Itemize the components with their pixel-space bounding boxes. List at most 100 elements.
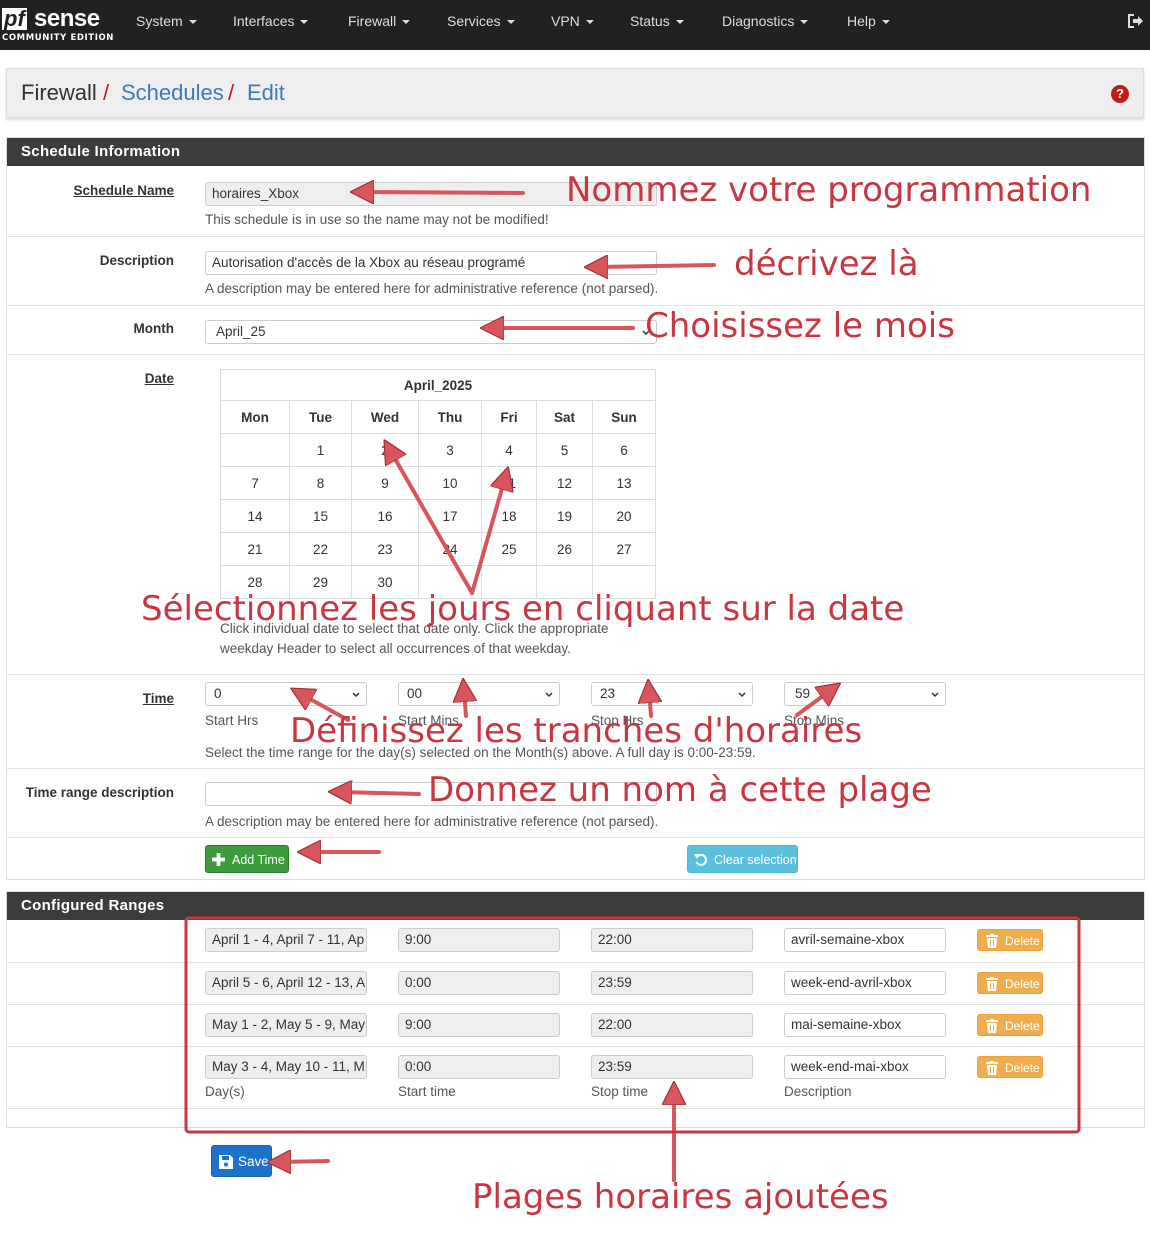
delete-range-button[interactable]: Delete bbox=[977, 1014, 1043, 1036]
calendar-day[interactable]: 11 bbox=[481, 466, 537, 500]
calendar-day[interactable]: 21 bbox=[220, 532, 290, 566]
calendar-week: 21 22 23 24 25 26 27 bbox=[220, 532, 656, 566]
calendar-day[interactable]: 4 bbox=[481, 433, 537, 467]
range-start-field[interactable]: 0:00 bbox=[398, 971, 560, 995]
calendar-day[interactable]: 13 bbox=[592, 466, 656, 500]
calendar-day[interactable]: 22 bbox=[289, 532, 352, 566]
start-hrs-select[interactable]: 0 bbox=[205, 682, 367, 706]
calendar-day[interactable]: 2 bbox=[351, 433, 419, 467]
calendar-day[interactable]: 5 bbox=[536, 433, 593, 467]
description-row: Description Autorisation d'accès de la X… bbox=[7, 236, 1144, 305]
calendar-day[interactable]: 23 bbox=[351, 532, 419, 566]
calendar-day[interactable]: 8 bbox=[289, 466, 352, 500]
nav-interfaces[interactable]: Interfaces bbox=[233, 0, 309, 50]
calendar-day[interactable]: 18 bbox=[481, 499, 537, 533]
calendar-day[interactable]: 19 bbox=[536, 499, 593, 533]
weekday-sun[interactable]: Sun bbox=[592, 400, 656, 434]
annotation-describe: décrivez là bbox=[734, 244, 919, 284]
calendar-day[interactable]: 17 bbox=[418, 499, 482, 533]
panel-title: Schedule Information bbox=[7, 138, 1144, 166]
start-mins-select[interactable]: 00 bbox=[398, 682, 560, 706]
range-description-field[interactable]: week-end-avril-xbox bbox=[784, 971, 946, 995]
calendar-day[interactable]: 9 bbox=[351, 466, 419, 500]
breadcrumb-schedules-link[interactable]: Schedules bbox=[121, 81, 224, 105]
nav-diagnostics[interactable]: Diagnostics bbox=[722, 0, 809, 50]
range-stop-field[interactable]: 22:00 bbox=[591, 928, 753, 952]
calendar-day[interactable]: 12 bbox=[536, 466, 593, 500]
calendar-day[interactable]: 25 bbox=[481, 532, 537, 566]
range-stop-field[interactable]: 23:59 bbox=[591, 971, 753, 995]
breadcrumb-edit-link[interactable]: Edit bbox=[247, 81, 285, 105]
nav-help[interactable]: Help bbox=[847, 0, 890, 50]
sign-out-icon[interactable] bbox=[1126, 12, 1144, 30]
delete-label: Delete bbox=[1005, 1019, 1040, 1033]
range-days-field[interactable]: April 1 - 4, April 7 - 11, Ap bbox=[205, 928, 367, 952]
calendar-day[interactable]: 16 bbox=[351, 499, 419, 533]
breadcrumb-firewall: Firewall bbox=[21, 80, 97, 105]
range-description-field[interactable]: avril-semaine-xbox bbox=[784, 928, 946, 952]
calendar-day[interactable]: 24 bbox=[418, 532, 482, 566]
range-row: May 1 - 2, May 5 - 9, May 9:00 22:00 mai-se… bbox=[7, 1004, 1144, 1046]
range-days-field[interactable]: May 1 - 2, May 5 - 9, May bbox=[205, 1013, 367, 1037]
calendar-day[interactable]: 10 bbox=[418, 466, 482, 500]
save-label: Save bbox=[238, 1154, 269, 1169]
ranges-column-labels: Day(s) Start time Stop time Description bbox=[7, 1067, 1144, 1109]
nav-status-label: Status bbox=[630, 13, 670, 29]
nav-services[interactable]: Services bbox=[447, 0, 515, 50]
nav-vpn[interactable]: VPN bbox=[551, 0, 594, 50]
weekday-tue[interactable]: Tue bbox=[289, 400, 352, 434]
range-stop-field[interactable]: 22:00 bbox=[591, 1013, 753, 1037]
calendar-day[interactable]: 6 bbox=[592, 433, 656, 467]
schedule-name-label: Schedule Name bbox=[73, 183, 174, 198]
add-time-button[interactable]: Add Time bbox=[205, 845, 289, 873]
range-description-field[interactable]: mai-semaine-xbox bbox=[784, 1013, 946, 1037]
add-time-label: Add Time bbox=[232, 853, 285, 867]
schedule-information-panel: Schedule Information Schedule Name horai… bbox=[6, 137, 1145, 880]
clear-selection-button[interactable]: Clear selection bbox=[687, 845, 798, 873]
question-circle-icon[interactable]: ? bbox=[1111, 85, 1129, 103]
calendar-day[interactable]: 20 bbox=[592, 499, 656, 533]
calendar-day[interactable]: 14 bbox=[220, 499, 290, 533]
weekday-wed[interactable]: Wed bbox=[351, 400, 419, 434]
range-start-field[interactable]: 9:00 bbox=[398, 928, 560, 952]
nav-status[interactable]: Status bbox=[630, 0, 684, 50]
delete-range-button[interactable]: Delete bbox=[977, 972, 1043, 994]
calendar-day[interactable]: 15 bbox=[289, 499, 352, 533]
calendar-day[interactable]: 26 bbox=[536, 532, 593, 566]
caret-down-icon bbox=[188, 20, 197, 25]
weekday-mon[interactable]: Mon bbox=[220, 400, 290, 434]
logo-pf-text: pf bbox=[2, 6, 27, 31]
breadcrumb: Firewall / Schedules / Edit ? bbox=[6, 68, 1144, 118]
column-stop-label: Stop time bbox=[591, 1084, 649, 1099]
start-mins-value: 00 bbox=[407, 686, 423, 701]
annotation-range-name: Donnez un nom à cette plage bbox=[428, 770, 932, 810]
chevron-down-icon bbox=[352, 692, 360, 698]
weekday-sat[interactable]: Sat bbox=[536, 400, 593, 434]
nav-system[interactable]: System bbox=[136, 0, 197, 50]
delete-range-button[interactable]: Delete bbox=[977, 929, 1043, 951]
month-select[interactable]: April_25 bbox=[205, 320, 657, 344]
save-button[interactable]: Save bbox=[211, 1145, 272, 1177]
panel-title: Configured Ranges bbox=[7, 892, 1144, 920]
calendar-day[interactable]: 7 bbox=[220, 466, 290, 500]
pfsense-logo[interactable]: pf sense COMMUNITY EDITION bbox=[2, 6, 113, 44]
save-icon bbox=[219, 1155, 233, 1169]
range-days-field[interactable]: April 5 - 6, April 12 - 13, A bbox=[205, 971, 367, 995]
caret-down-icon bbox=[300, 20, 309, 25]
trash-icon bbox=[986, 977, 998, 991]
chevron-down-icon bbox=[738, 692, 746, 698]
configured-ranges-panel: Configured Ranges April 1 - 4, April 7 -… bbox=[6, 891, 1145, 1128]
calendar-day[interactable]: 27 bbox=[592, 532, 656, 566]
time-range-description-label: Time range description bbox=[25, 785, 174, 800]
nav-firewall[interactable]: Firewall bbox=[348, 0, 411, 50]
stop-mins-select[interactable]: 59 bbox=[784, 682, 946, 706]
date-help-line2: weekday Header to select all occurrences… bbox=[220, 641, 571, 656]
calendar-day[interactable]: 3 bbox=[418, 433, 482, 467]
calendar-day[interactable]: 1 bbox=[289, 433, 352, 467]
range-start-field[interactable]: 9:00 bbox=[398, 1013, 560, 1037]
weekday-fri[interactable]: Fri bbox=[481, 400, 537, 434]
clear-selection-label: Clear selection bbox=[714, 853, 797, 867]
stop-hrs-select[interactable]: 23 bbox=[591, 682, 753, 706]
weekday-thu[interactable]: Thu bbox=[418, 400, 482, 434]
description-field[interactable]: Autorisation d'accès de la Xbox au résea… bbox=[205, 251, 657, 275]
